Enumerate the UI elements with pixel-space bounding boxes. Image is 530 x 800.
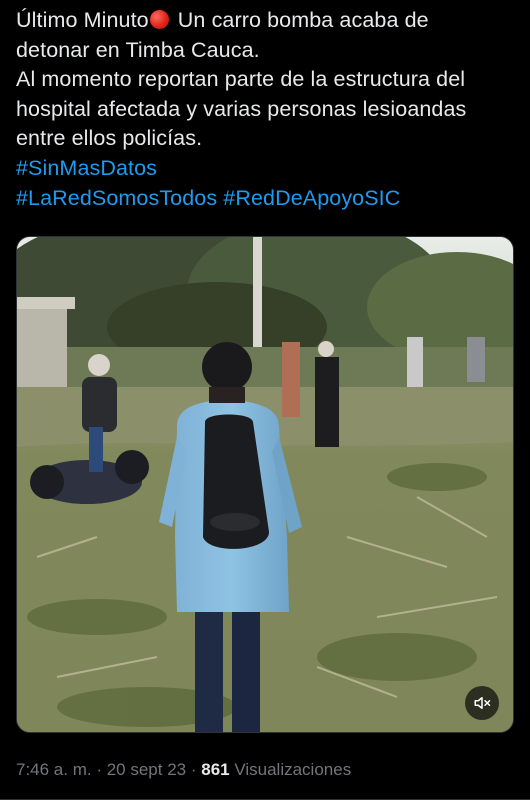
mute-toggle-button[interactable] xyxy=(465,686,499,720)
meta-separator: · xyxy=(186,760,202,779)
tweet-line-4: hospital afectada y varias personas lesi… xyxy=(16,96,467,121)
tweet-date-link[interactable]: 20 sept 23 xyxy=(107,760,186,779)
red-circle-emoji-icon xyxy=(149,10,169,29)
hashtag-sinmasdatos-link[interactable]: #SinMasDatos xyxy=(16,156,157,180)
hashtag-reddeapoyosic-link[interactable]: #RedDeApoyoSIC xyxy=(223,186,400,210)
tweet-text-segment: Último Minuto xyxy=(16,8,149,32)
tweet-meta: 7:46 a. m. · 20 sept 23 · 861 Visualizac… xyxy=(16,760,351,780)
tweet-time-link[interactable]: 7:46 a. m. xyxy=(16,760,92,779)
video-player[interactable] xyxy=(16,236,514,733)
tweet-line-1: Último Minuto Un carro bomba acaba de xyxy=(16,6,521,36)
views-label: Visualizaciones xyxy=(229,760,352,779)
hashtag-laredsomostodos-link[interactable]: #LaRedSomosTodos xyxy=(16,186,217,210)
speaker-muted-icon xyxy=(474,697,491,709)
meta-separator: · xyxy=(91,760,107,779)
video-frame-image xyxy=(17,237,513,732)
tweet-text-segment: Un carro bomba acaba de xyxy=(171,8,429,32)
tweet-line-3: Al momento reportan parte de la estructu… xyxy=(16,67,466,92)
views-count: 861 xyxy=(201,760,230,779)
tweet-line-5: entre ellos policías. xyxy=(16,126,203,151)
tweet-line-2: detonar en Timba Cauca. xyxy=(16,37,260,62)
tweet-text: Último Minuto Un carro bomba acaba de de… xyxy=(16,6,521,213)
